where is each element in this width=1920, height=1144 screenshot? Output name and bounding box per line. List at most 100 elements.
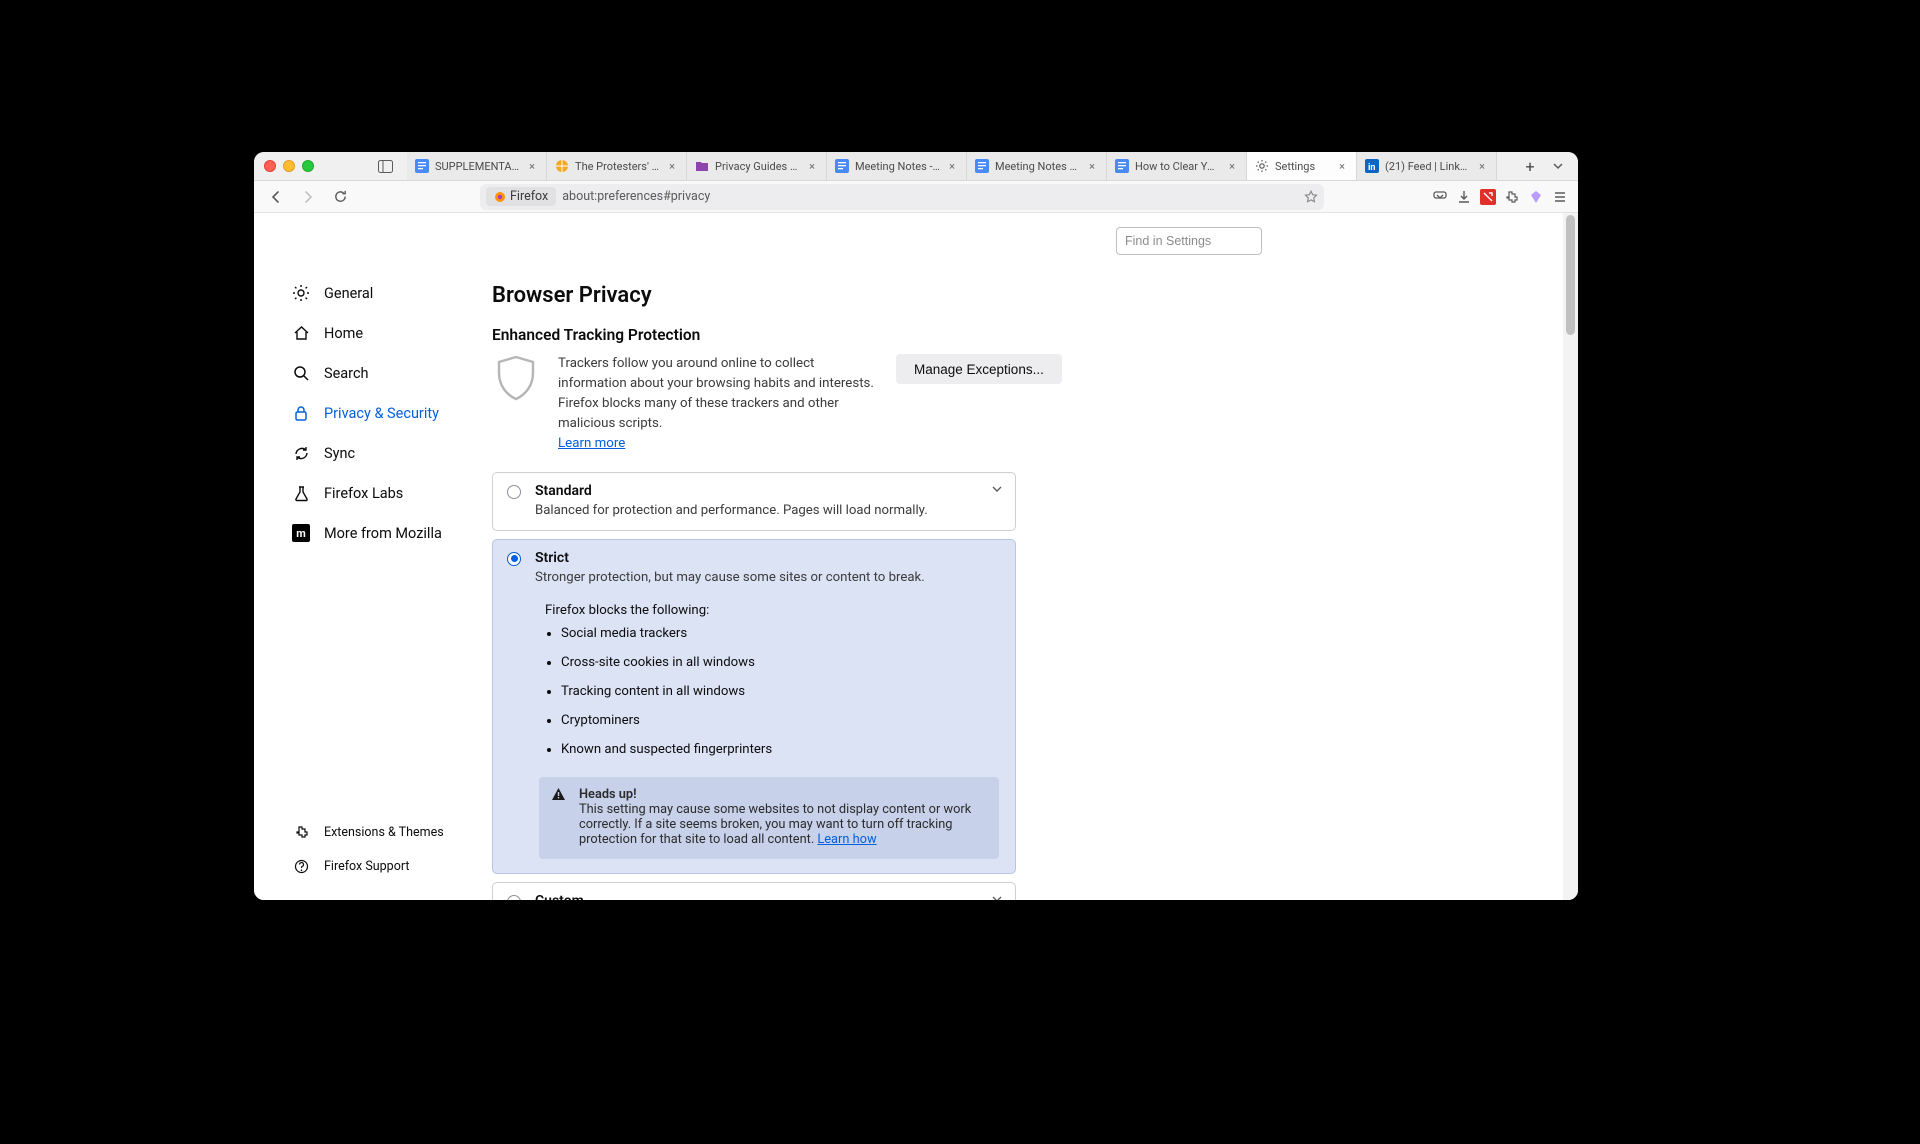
tab-close-icon[interactable]: × xyxy=(1476,160,1488,172)
blocks-item: Tracking content in all windows xyxy=(561,684,999,699)
sidebar-item-label: Home xyxy=(324,325,363,342)
sidebar-item-label: Sync xyxy=(324,445,355,462)
extensions-icon[interactable] xyxy=(1504,189,1520,205)
tab-close-icon[interactable]: × xyxy=(666,160,678,172)
lock-icon xyxy=(292,404,310,422)
window-close-icon[interactable] xyxy=(264,160,276,172)
tab-1[interactable]: The Protesters' Guide × xyxy=(547,152,687,180)
radio-custom[interactable] xyxy=(507,895,521,900)
sidebar-footer-label: Firefox Support xyxy=(324,859,409,874)
etp-heading: Enhanced Tracking Protection xyxy=(492,326,1262,344)
back-button[interactable] xyxy=(264,185,288,209)
sidebar-item-mozilla[interactable]: m More from Mozilla xyxy=(284,515,482,551)
chevron-down-icon[interactable] xyxy=(991,483,1003,495)
new-tab-button[interactable]: + xyxy=(1516,157,1544,176)
sidebar-extensions-themes[interactable]: Extensions & Themes xyxy=(284,818,482,846)
etp-card-standard[interactable]: Standard Balanced for protection and per… xyxy=(492,472,1016,531)
tab-favicon-icon xyxy=(1255,159,1269,173)
tab-close-icon[interactable]: × xyxy=(946,160,958,172)
forward-button[interactable] xyxy=(296,185,320,209)
sync-icon xyxy=(292,444,310,462)
identity-label: Firefox xyxy=(510,189,548,204)
window-maximize-icon[interactable] xyxy=(302,160,314,172)
card-title: Strict xyxy=(535,550,999,566)
help-icon xyxy=(292,857,310,875)
card-title: Custom xyxy=(535,893,999,900)
etp-card-custom[interactable]: Custom Choose which trackers and scripts… xyxy=(492,882,1016,900)
warning-icon xyxy=(551,787,566,801)
sidebar-item-label: Privacy & Security xyxy=(324,405,439,422)
mozilla-icon: m xyxy=(292,524,310,542)
sidebar-firefox-support[interactable]: Firefox Support xyxy=(284,852,482,880)
tab-favicon-icon xyxy=(695,159,709,173)
radio-standard[interactable] xyxy=(507,485,521,499)
tab-2[interactable]: Privacy Guides - Prote × xyxy=(687,152,827,180)
bookmark-star-icon[interactable] xyxy=(1304,190,1318,204)
manage-exceptions-button[interactable]: Manage Exceptions... xyxy=(896,354,1062,384)
tab-label: Privacy Guides - Prote xyxy=(715,160,800,173)
tab-favicon-icon: in xyxy=(1365,159,1379,173)
tab-close-icon[interactable]: × xyxy=(1086,160,1098,172)
tab-label: Meeting Notes 01.27.2 xyxy=(995,160,1080,173)
tab-favicon-icon xyxy=(415,159,429,173)
etp-cards: Standard Balanced for protection and per… xyxy=(492,472,1016,900)
heads-up-learn-how-link[interactable]: Learn how xyxy=(817,832,876,847)
downloads-icon[interactable] xyxy=(1456,189,1472,205)
sidebar-item-label: More from Mozilla xyxy=(324,525,442,542)
tab-close-icon[interactable]: × xyxy=(806,160,818,172)
sidebar-item-sync[interactable]: Sync xyxy=(284,435,482,471)
search-icon xyxy=(292,364,310,382)
traffic-lights xyxy=(264,160,314,172)
blocks-title: Firefox blocks the following: xyxy=(545,603,999,618)
navbar: Firefox about:preferences#privacy xyxy=(254,181,1578,213)
pocket-icon[interactable] xyxy=(1432,189,1448,205)
sidebar-button-icon[interactable] xyxy=(376,157,394,175)
scrollbar[interactable] xyxy=(1563,213,1578,900)
tab-label: The Protesters' Guide xyxy=(575,160,660,173)
settings-main: Browser Privacy Enhanced Tracking Protec… xyxy=(492,213,1578,900)
titlebar: SUPPLEMENTALS - TL×The Protesters' Guide… xyxy=(254,152,1578,181)
tab-3[interactable]: Meeting Notes - 01.20× xyxy=(827,152,967,180)
window-minimize-icon[interactable] xyxy=(283,160,295,172)
sidebar-item-general[interactable]: General xyxy=(284,275,482,311)
sidebar-item-home[interactable]: Home xyxy=(284,315,482,351)
toolbar-ext-red-icon[interactable] xyxy=(1480,189,1496,205)
sidebar-footer-label: Extensions & Themes xyxy=(324,825,444,840)
tab-label: Settings xyxy=(1275,160,1330,173)
tab-close-icon[interactable]: × xyxy=(1226,160,1238,172)
tab-close-icon[interactable]: × xyxy=(1336,160,1348,172)
tab-7[interactable]: in(21) Feed | LinkedIn× xyxy=(1357,152,1497,180)
blocks-item: Known and suspected fingerprinters xyxy=(561,742,999,757)
sidebar-item-label: Search xyxy=(324,365,369,382)
chevron-down-icon[interactable] xyxy=(991,893,1003,900)
identity-box[interactable]: Firefox xyxy=(486,187,556,206)
sidebar-item-label: Firefox Labs xyxy=(324,485,403,502)
radio-strict[interactable] xyxy=(507,552,521,566)
sidebar-item-label: General xyxy=(324,285,373,302)
tab-5[interactable]: How to Clear Your Bro× xyxy=(1107,152,1247,180)
etp-learn-more-link[interactable]: Learn more xyxy=(558,436,625,451)
tab-favicon-icon xyxy=(975,159,989,173)
sidebar-item-labs[interactable]: Firefox Labs xyxy=(284,475,482,511)
content: General Home Search Privacy & Security S… xyxy=(254,213,1578,900)
find-in-settings-input[interactable] xyxy=(1116,227,1262,255)
card-desc: Balanced for protection and performance.… xyxy=(535,503,999,518)
reload-button[interactable] xyxy=(328,185,352,209)
tab-6[interactable]: Settings × xyxy=(1247,152,1357,180)
etp-card-strict[interactable]: Strict Stronger protection, but may caus… xyxy=(492,539,1016,874)
svg-text:in: in xyxy=(1368,163,1375,173)
tabs-overflow-icon[interactable] xyxy=(1544,160,1572,172)
heads-up-body: This setting may cause some websites to … xyxy=(579,802,971,847)
puzzle-icon xyxy=(292,823,310,841)
sidebar-item-search[interactable]: Search xyxy=(284,355,482,391)
toolbar-gem-icon[interactable] xyxy=(1528,189,1544,205)
urlbar[interactable]: Firefox about:preferences#privacy xyxy=(480,184,1324,210)
tab-close-icon[interactable]: × xyxy=(526,160,538,172)
tab-0[interactable]: SUPPLEMENTALS - TL× xyxy=(407,152,547,180)
blocks-list: Social media trackersCross-site cookies … xyxy=(561,626,999,757)
sidebar-item-privacy[interactable]: Privacy & Security xyxy=(284,395,482,431)
url-text: about:preferences#privacy xyxy=(562,189,1298,204)
app-menu-icon[interactable] xyxy=(1552,189,1568,205)
tab-4[interactable]: Meeting Notes 01.27.2 × xyxy=(967,152,1107,180)
blocks-item: Cross-site cookies in all windows xyxy=(561,655,999,670)
